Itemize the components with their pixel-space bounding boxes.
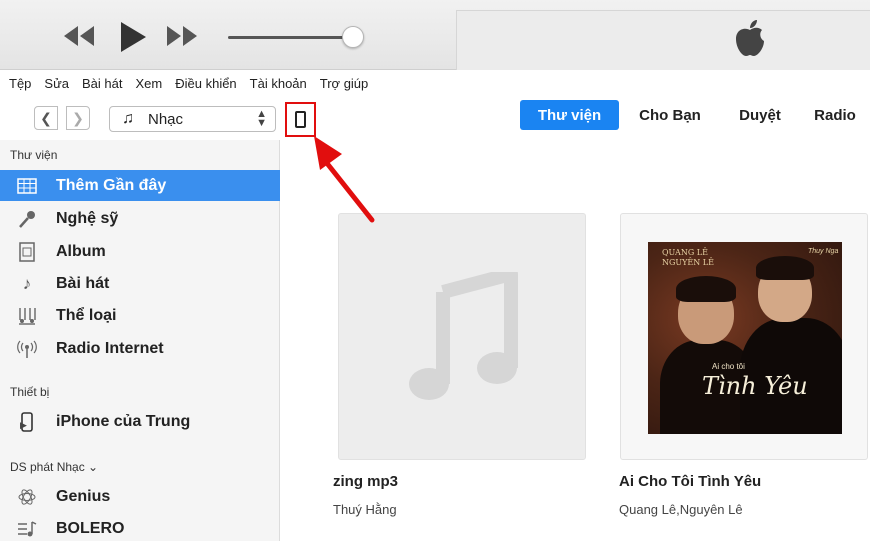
forward-button[interactable]: ❯ (66, 106, 90, 130)
sidebar-item-label: BOLERO (56, 519, 125, 537)
playlists-section-header[interactable]: DS phát Nhạc ⌄ (10, 460, 98, 474)
album-artist[interactable]: Quang Lê,Nguyên Lê (619, 502, 743, 517)
sidebar-item-albums[interactable]: Album (12, 236, 280, 267)
tab-browse[interactable]: Duyệt (725, 100, 795, 130)
album-title[interactable]: Ai Cho Tôi Tình Yêu (619, 473, 761, 490)
sidebar-item-bolero[interactable]: BOLERO (12, 513, 280, 541)
album-title[interactable]: zing mp3 (333, 473, 398, 490)
menu-file[interactable]: Tệp (9, 76, 31, 91)
cover-artist-text: QUANG LÊ NGUYÊN LÊ (662, 248, 714, 267)
media-kind-label: Nhạc (148, 110, 184, 128)
volume-slider[interactable] (228, 36, 356, 39)
chevron-left-icon: ❮ (40, 109, 52, 126)
sidebar-item-label: iPhone của Trung (56, 412, 191, 430)
sidebar-item-recently-added[interactable]: Thêm Gần đây (0, 170, 280, 201)
album-artist[interactable]: Thuý Hằng (333, 502, 397, 517)
menu-account[interactable]: Tài khoản (250, 76, 307, 91)
album-icon (12, 241, 42, 263)
sidebar-item-label: Genius (56, 487, 111, 505)
menu-bar: Tệp Sửa Bài hát Xem Điều khiển Tài khoản… (0, 70, 870, 96)
sidebar-item-internet-radio[interactable]: Radio Internet (12, 333, 280, 364)
sidebar-item-genius[interactable]: Genius (12, 481, 280, 512)
menu-help[interactable]: Trợ giúp (320, 76, 369, 91)
chevron-right-icon: ❯ (72, 109, 84, 126)
microphone-icon (12, 208, 42, 230)
tab-for-you[interactable]: Cho Bạn (630, 100, 710, 130)
menu-song[interactable]: Bài hát (82, 76, 122, 91)
menu-edit[interactable]: Sửa (44, 76, 69, 91)
playlist-icon (12, 518, 42, 540)
player-bar (0, 0, 870, 70)
sidebar-item-genres[interactable]: Thể loại (12, 300, 280, 331)
rewind-icon[interactable] (62, 22, 96, 50)
cover-logo: Thuy Nga (808, 248, 839, 255)
music-note-icon: ♪ (22, 273, 32, 293)
fast-forward-icon[interactable] (165, 22, 199, 50)
library-section-header: Thư viện (10, 148, 58, 162)
updown-chevron-icon: ▲ ▼ (256, 108, 267, 129)
album-artwork-placeholder[interactable] (338, 213, 586, 460)
sidebar-item-label: Radio Internet (56, 339, 164, 357)
grid-icon (12, 175, 42, 197)
lcd-display (456, 10, 870, 70)
sidebar-item-label: Thêm Gần đây (56, 176, 167, 194)
sidebar-item-artists[interactable]: Nghệ sỹ (12, 203, 280, 234)
tab-radio[interactable]: Radio (805, 100, 865, 130)
menu-view[interactable]: Xem (136, 76, 163, 91)
sidebar-item-device[interactable]: iPhone của Trung (12, 406, 280, 437)
media-kind-selector[interactable]: ♫ Nhạc ▲ ▼ (109, 106, 276, 132)
menu-controls[interactable]: Điều khiển (175, 76, 236, 91)
sidebar: Thư viện Thêm Gần đây Nghệ sỹ Album ♪ Bà… (0, 140, 280, 541)
sidebar-item-label: Nghệ sỹ (56, 209, 119, 227)
radio-antenna-icon (12, 338, 42, 360)
disclosure-triangle-icon[interactable]: ▶ (20, 420, 27, 431)
iphone-icon (12, 411, 42, 433)
genius-atom-icon (12, 486, 42, 508)
sidebar-item-songs[interactable]: ♪ Bài hát (12, 268, 280, 299)
devices-section-header: Thiết bị (10, 385, 50, 399)
album-cover-photo: QUANG LÊ NGUYÊN LÊ Thuy Nga Ai cho tôi T… (648, 242, 842, 434)
sidebar-item-label: Bài hát (56, 274, 110, 292)
sidebar-item-label: Thể loại (56, 306, 117, 324)
apple-logo-icon (733, 18, 767, 63)
genre-icon (12, 305, 42, 327)
album-artwork-card[interactable]: QUANG LÊ NGUYÊN LÊ Thuy Nga Ai cho tôi T… (620, 213, 868, 460)
cover-script-title: Tình Yêu (702, 372, 808, 400)
tab-library[interactable]: Thư viện (520, 100, 619, 130)
play-icon[interactable] (118, 20, 148, 54)
music-note-icon: ♫ (122, 110, 134, 127)
music-note-icon (409, 272, 518, 400)
sidebar-item-label: Album (56, 242, 106, 260)
cover-small-text: Ai cho tôi (712, 362, 745, 371)
annotation-arrow (314, 136, 375, 223)
volume-knob[interactable] (342, 26, 364, 48)
back-button[interactable]: ❮ (34, 106, 58, 130)
